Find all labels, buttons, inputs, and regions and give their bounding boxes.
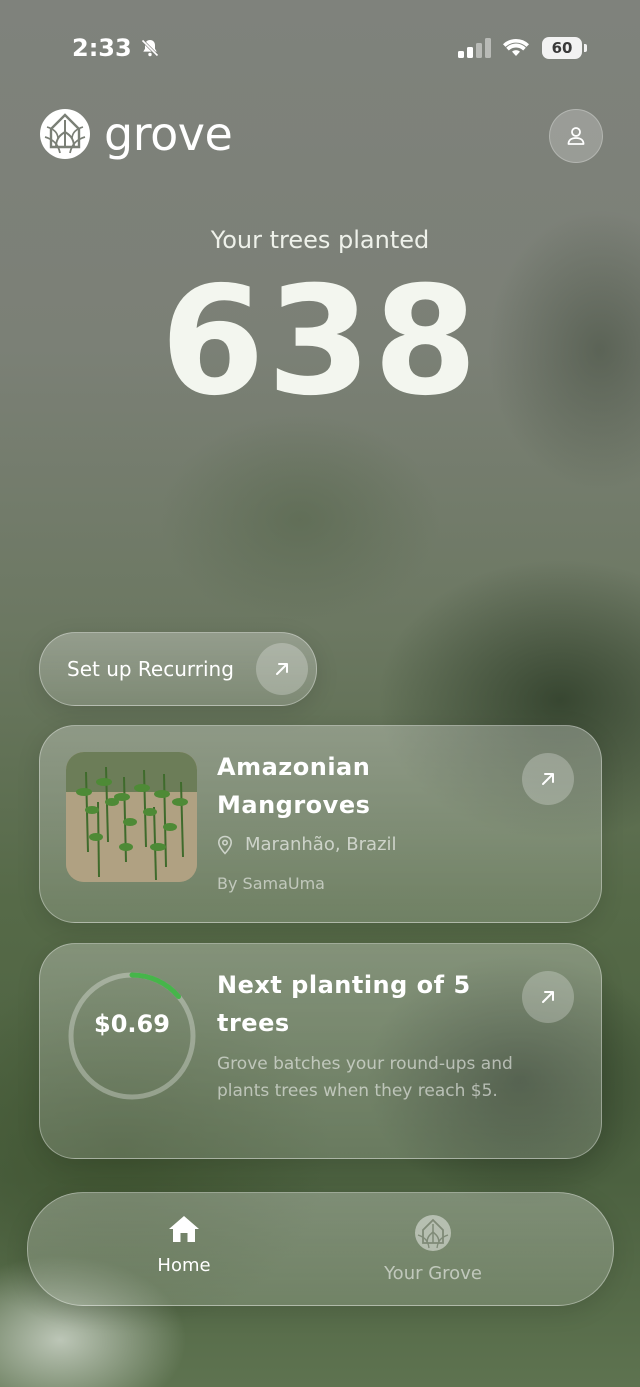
brand: grove: [38, 104, 233, 164]
recurring-label: Set up Recurring: [67, 657, 234, 681]
project-location-text: Maranhão, Brazil: [245, 834, 397, 855]
next-planting-title: Next planting of 5 trees: [217, 971, 471, 1037]
battery-cap: [584, 44, 587, 52]
wifi-icon: [503, 39, 529, 56]
trees-planted-count: 638: [160, 255, 480, 429]
trees-planted-label: Your trees planted: [210, 226, 430, 254]
bottom-nav: Home Your Grove: [27, 1192, 614, 1306]
profile-button[interactable]: [549, 109, 603, 163]
project-author: By SamaUma: [217, 874, 325, 893]
arrow-up-right-icon[interactable]: [522, 753, 574, 805]
nav-label-home: Home: [157, 1255, 211, 1276]
grove-tree-icon: [415, 1215, 451, 1251]
next-planting-card[interactable]: $0.69 Next planting of 5 trees Grove bat…: [39, 943, 602, 1159]
person-icon: [567, 127, 585, 145]
status-time: 2:33: [72, 34, 132, 62]
grove-tree-logo: [40, 109, 90, 159]
project-location: Maranhão, Brazil: [217, 834, 397, 855]
project-card[interactable]: Amazonian Mangroves Maranhão, Brazil By …: [39, 725, 602, 923]
nav-label-your-grove: Your Grove: [384, 1263, 482, 1284]
bell-slash-icon: [141, 39, 159, 57]
arrow-up-right-icon[interactable]: [522, 971, 574, 1023]
round-up-amount: $0.69: [94, 1010, 170, 1038]
project-photo: [66, 752, 197, 882]
nav-item-home[interactable]: Home: [84, 1213, 284, 1276]
arrow-up-right-icon: [256, 643, 308, 695]
map-pin-icon: [217, 835, 233, 855]
next-planting-description: Grove batches your round-ups and plants …: [217, 1054, 513, 1101]
brand-name: grove: [104, 107, 233, 161]
set-up-recurring-button[interactable]: Set up Recurring: [39, 632, 317, 706]
status-bar: 2:33 60: [0, 0, 640, 96]
signal-icon: [458, 38, 491, 58]
project-title: Amazonian Mangroves: [217, 753, 371, 819]
home-icon: [169, 1216, 199, 1242]
battery-icon: 60: [542, 37, 582, 59]
nav-item-your-grove[interactable]: Your Grove: [333, 1213, 533, 1284]
